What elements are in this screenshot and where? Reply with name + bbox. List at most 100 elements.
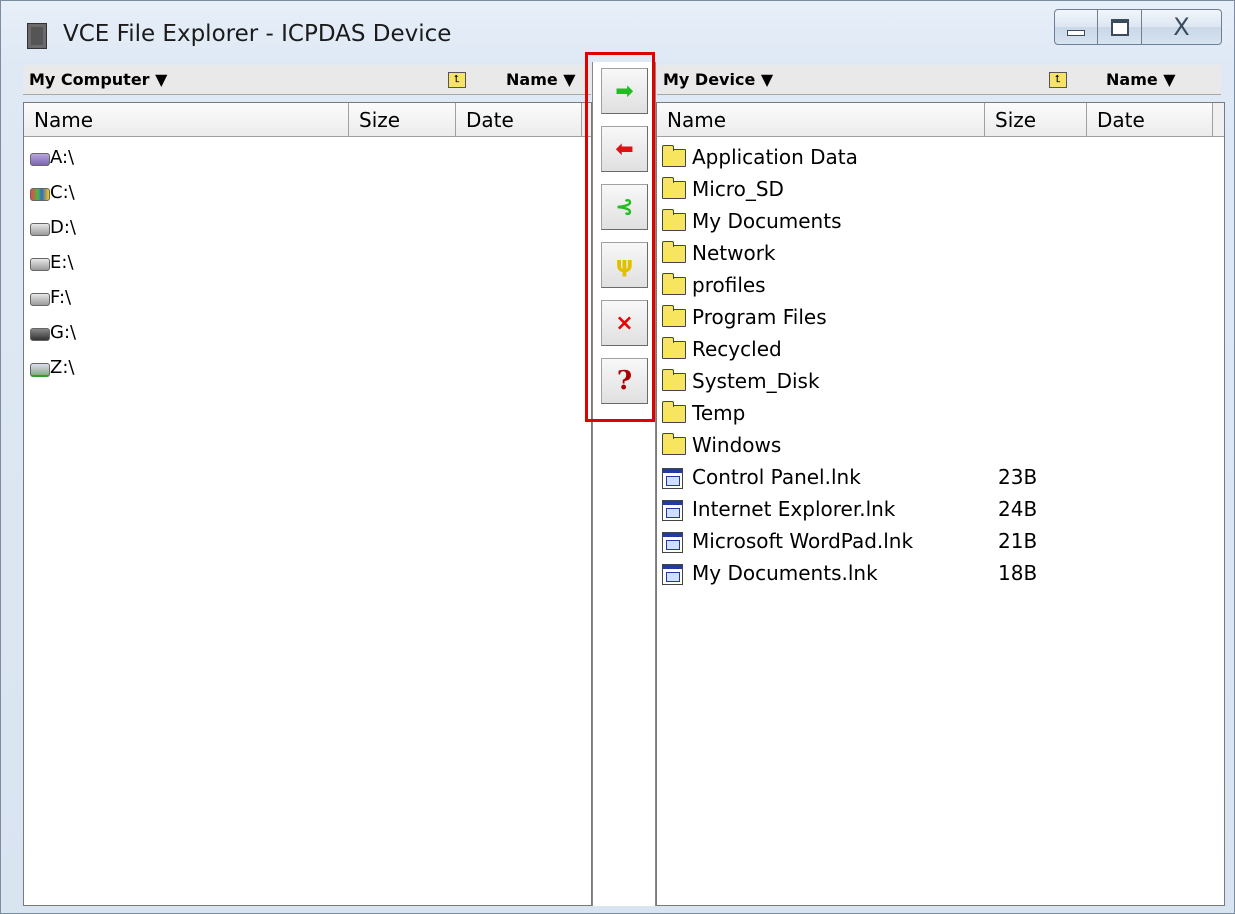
drive-item[interactable]: G:\ <box>30 316 580 351</box>
folder-icon <box>662 433 686 455</box>
drive-label: G:\ <box>50 322 77 343</box>
folder-icon <box>662 241 686 263</box>
left-file-list: A:\ C:\ D:\ E:\ F:\ G:\ Z:\ <box>30 141 580 386</box>
close-icon: X <box>1173 13 1190 41</box>
drive-icon <box>30 293 50 306</box>
folder-item[interactable]: Program Files <box>662 303 1212 335</box>
folder-item[interactable]: Micro_SD <box>662 175 1212 207</box>
folder-item[interactable]: Network <box>662 239 1212 271</box>
folder-item[interactable]: Recycled <box>662 335 1212 367</box>
folder-item[interactable]: Application Data <box>662 143 1212 175</box>
file-item[interactable]: Control Panel.lnk 23B <box>662 463 1212 495</box>
shortcut-icon <box>662 468 683 489</box>
delete-icon: × <box>615 310 634 336</box>
file-item[interactable]: My Documents.lnk 18B <box>662 559 1212 591</box>
sync-button[interactable]: ⊰ <box>601 184 648 230</box>
item-name: Program Files <box>692 305 827 329</box>
drive-label: C:\ <box>50 182 75 203</box>
item-size: 23B <box>998 465 1038 489</box>
right-location-dropdown[interactable]: My Device ▼ <box>663 70 773 89</box>
item-name: Control Panel.lnk <box>692 465 861 489</box>
settings-button[interactable]: ψ <box>601 242 648 288</box>
drive-item[interactable]: C:\ <box>30 176 580 211</box>
left-col-name[interactable]: Name <box>24 103 349 136</box>
delete-button[interactable]: × <box>601 300 648 346</box>
shortcut-icon <box>662 564 683 585</box>
item-name: Temp <box>692 401 746 425</box>
folder-icon <box>662 209 686 231</box>
item-size: 24B <box>998 497 1038 521</box>
folder-item[interactable]: Temp <box>662 399 1212 431</box>
help-button[interactable]: ? <box>601 358 648 404</box>
left-column-headers: Name Size Date <box>24 103 591 137</box>
drive-icon <box>30 258 50 271</box>
app-window: VCE File Explorer - ICPDAS Device X My C… <box>0 0 1235 914</box>
item-name: System_Disk <box>692 369 820 393</box>
folder-item[interactable]: Windows <box>662 431 1212 463</box>
drive-item[interactable]: F:\ <box>30 281 580 316</box>
drive-label: D:\ <box>50 217 76 238</box>
title-bar[interactable]: VCE File Explorer - ICPDAS Device X <box>1 1 1234 63</box>
window-title: VCE File Explorer - ICPDAS Device <box>63 21 452 47</box>
file-item[interactable]: Internet Explorer.lnk 24B <box>662 495 1212 527</box>
arrow-right-icon: ➡ <box>615 78 634 104</box>
folder-item[interactable]: profiles <box>662 271 1212 303</box>
item-size: 18B <box>998 561 1038 585</box>
left-pane: Name Size Date A:\ C:\ D:\ E:\ F:\ G:\ Z:\ <box>23 102 592 906</box>
item-name: Application Data <box>692 145 858 169</box>
item-name: Network <box>692 241 776 265</box>
right-sort-dropdown[interactable]: Name ▼ <box>1106 70 1176 89</box>
sync-icon: ⊰ <box>615 194 634 220</box>
drive-label: Z:\ <box>50 357 75 378</box>
folder-icon <box>662 305 686 327</box>
left-sort-dropdown[interactable]: Name ▼ <box>506 70 576 89</box>
folder-icon <box>662 401 686 423</box>
right-col-date[interactable]: Date <box>1087 103 1213 136</box>
folder-item[interactable]: My Documents <box>662 207 1212 239</box>
folder-item[interactable]: System_Disk <box>662 367 1212 399</box>
wrench-icon: ψ <box>615 252 634 278</box>
drive-label: E:\ <box>50 252 74 273</box>
item-name: profiles <box>692 273 766 297</box>
right-col-name[interactable]: Name <box>657 103 985 136</box>
drive-item[interactable]: Z:\ <box>30 351 580 386</box>
drive-item[interactable]: E:\ <box>30 246 580 281</box>
minimize-button[interactable] <box>1054 9 1098 45</box>
left-pane-header: My Computer ▼ ⮤ Name ▼ <box>23 65 591 95</box>
copy-to-computer-button[interactable]: ⬅ <box>601 126 648 172</box>
floppy-drive-icon <box>30 153 50 166</box>
file-item[interactable]: Microsoft WordPad.lnk 21B <box>662 527 1212 559</box>
close-button[interactable]: X <box>1142 9 1222 45</box>
copy-to-device-button[interactable]: ➡ <box>601 68 648 114</box>
left-location-dropdown[interactable]: My Computer ▼ <box>29 70 167 89</box>
dvd-drive-icon <box>30 328 50 341</box>
right-col-size[interactable]: Size <box>985 103 1087 136</box>
folder-icon <box>662 177 686 199</box>
item-size: 21B <box>998 529 1038 553</box>
right-file-list: Application Data Micro_SD My Documents Netw… <box>662 143 1212 591</box>
folder-icon <box>662 337 686 359</box>
right-up-folder-icon[interactable]: ⮤ <box>1049 72 1067 88</box>
item-name: My Documents.lnk <box>692 561 878 585</box>
left-col-date[interactable]: Date <box>456 103 582 136</box>
device-icon <box>27 23 47 49</box>
drive-item[interactable]: A:\ <box>30 141 580 176</box>
window-controls: X <box>1054 9 1222 45</box>
shortcut-icon <box>662 532 683 553</box>
drive-label: F:\ <box>50 287 72 308</box>
drive-icon <box>30 223 50 236</box>
folder-icon <box>662 369 686 391</box>
item-name: Micro_SD <box>692 177 784 201</box>
item-name: Recycled <box>692 337 782 361</box>
right-column-headers: Name Size Date <box>657 103 1224 137</box>
drive-item[interactable]: D:\ <box>30 211 580 246</box>
item-name: Internet Explorer.lnk <box>692 497 896 521</box>
maximize-button[interactable] <box>1098 9 1142 45</box>
left-up-folder-icon[interactable]: ⮤ <box>448 72 466 88</box>
drive-label: A:\ <box>50 147 75 168</box>
arrow-left-icon: ⬅ <box>615 136 634 162</box>
transfer-toolbar: ➡ ⬅ ⊰ ψ ×? <box>592 62 656 906</box>
shortcut-icon <box>662 500 683 521</box>
item-name: My Documents <box>692 209 842 233</box>
left-col-size[interactable]: Size <box>349 103 456 136</box>
